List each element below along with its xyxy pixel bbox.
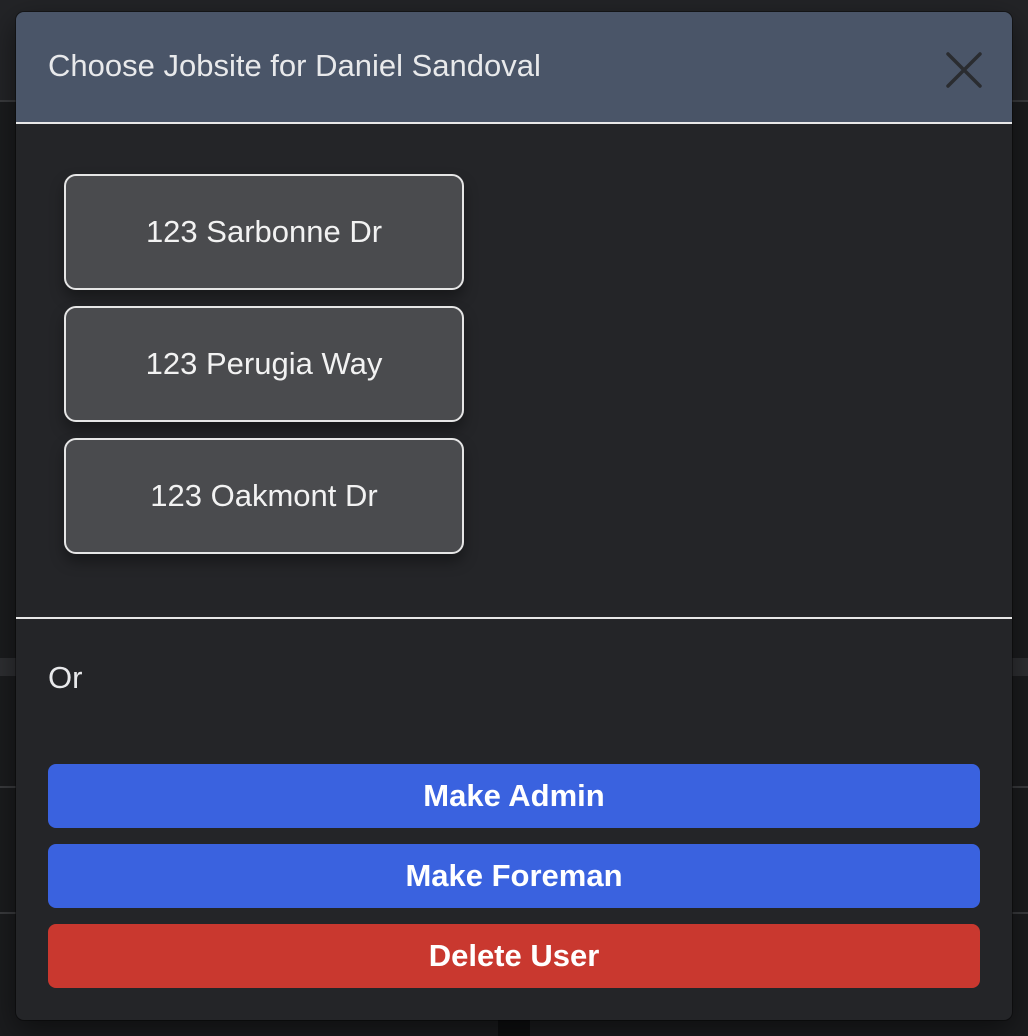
jobsite-button[interactable]: 123 Oakmont Dr: [64, 438, 464, 554]
modal-title: Choose Jobsite for Daniel Sandoval: [48, 48, 541, 83]
jobsite-button[interactable]: 123 Sarbonne Dr: [64, 174, 464, 290]
close-button[interactable]: [942, 48, 986, 92]
close-icon: [946, 52, 982, 88]
delete-user-button[interactable]: Delete User: [48, 924, 980, 988]
choose-jobsite-modal: Choose Jobsite for Daniel Sandoval 123 S…: [16, 12, 1012, 1020]
make-foreman-button[interactable]: Make Foreman: [48, 844, 980, 908]
or-label: Or: [48, 660, 83, 695]
make-admin-button[interactable]: Make Admin: [48, 764, 980, 828]
modal-header: Choose Jobsite for Daniel Sandoval: [16, 12, 1012, 124]
background-element: [498, 1020, 530, 1036]
section-divider: [16, 617, 1012, 619]
jobsite-button[interactable]: 123 Perugia Way: [64, 306, 464, 422]
